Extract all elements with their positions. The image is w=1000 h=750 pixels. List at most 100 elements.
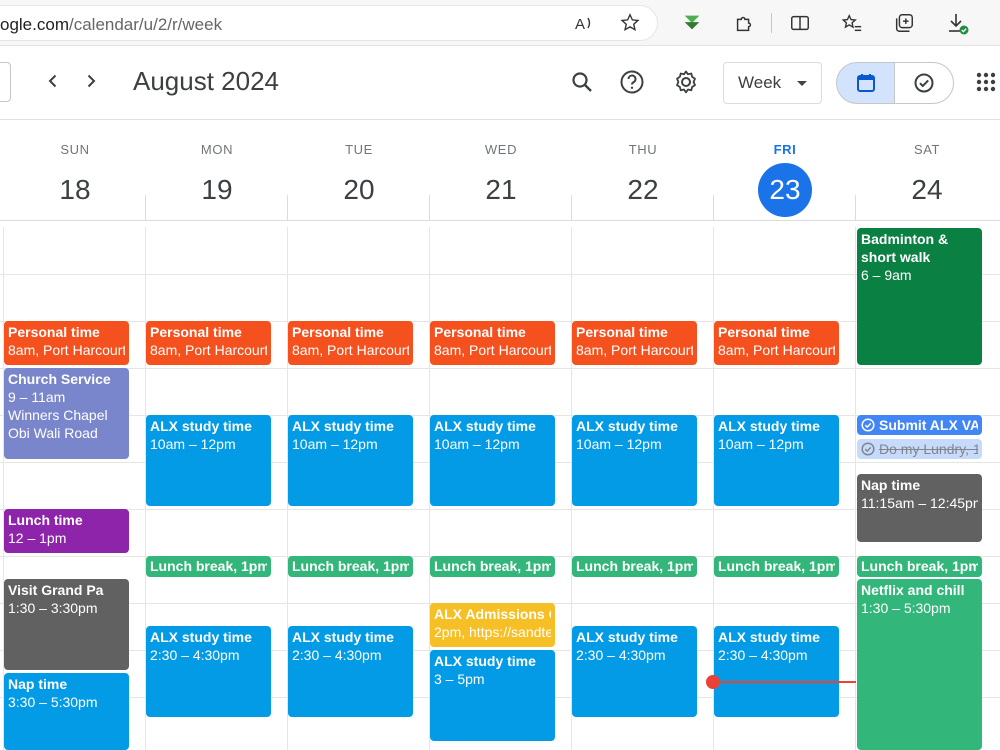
day-number[interactable]: 18 [48,163,102,217]
event-title: ALX study time [150,418,252,434]
day-name: MON [200,142,234,157]
view-selector-dropdown[interactable]: Week [723,62,822,104]
event-title: Lunch break, 1pm [434,558,551,574]
event-nap-time[interactable]: Nap time 11:15am – 12:45pm [857,474,982,542]
event-alx-study-afternoon[interactable]: ALX study time 3 – 5pm [430,650,555,741]
event-title: Personal time [150,324,242,340]
extensions-puzzle-icon[interactable] [730,9,758,37]
event-lunch-break[interactable]: Lunch break, 1pm [714,556,839,577]
day-number[interactable]: 22 [616,163,670,217]
settings-gear-icon[interactable] [670,66,702,98]
event-time: 10am – 12pm [150,436,236,452]
event-location: Winners Chapel [8,407,108,423]
event-time: 10am – 12pm [434,436,520,452]
event-time: 8am, Port Harcourt [8,342,125,358]
previous-week-button[interactable] [38,66,68,96]
browser-toolbar: ogle.com/calendar/u/2/r/week A [0,0,1000,46]
event-lunch-break[interactable]: Lunch break, 1pm [572,556,697,577]
day-number[interactable]: 24 [900,163,954,217]
event-title: ALX study time [576,418,678,434]
collections-icon[interactable] [890,9,918,37]
event-personal-time[interactable]: Personal time 8am, Port Harcourt [572,321,697,365]
event-time: 8am, Port Harcourt [150,342,267,358]
day-header-mon[interactable]: MON 19 [146,121,288,221]
address-bar[interactable]: ogle.com/calendar/u/2/r/week [0,5,658,41]
event-time: 8am, Port Harcourt [576,342,693,358]
day-number[interactable]: 20 [332,163,386,217]
event-netflix[interactable]: Netflix and chill 1:30 – 5:30pm [857,579,982,750]
event-personal-time[interactable]: Personal time 8am, Port Harcourt [146,321,271,365]
event-title: Church Service [8,371,111,387]
event-title: Lunch break, 1pm [861,558,978,574]
day-number[interactable]: 21 [474,163,528,217]
url-text[interactable]: ogle.com/calendar/u/2/r/week [0,15,222,35]
event-title: Nap time [861,477,921,493]
event-personal-time[interactable]: Personal time 8am, Port Harcourt [430,321,555,365]
day-header-sun[interactable]: SUN 18 [4,121,146,221]
event-alx-study[interactable]: ALX study time 10am – 12pm [572,415,697,506]
event-alx-study-afternoon[interactable]: ALX study time 2:30 – 4:30pm [146,626,271,717]
task-check-icon [861,418,875,432]
calendar-view-toggle[interactable] [836,62,895,104]
header-divider [145,195,146,221]
event-alx-study[interactable]: ALX study time 10am – 12pm [146,415,271,506]
apps-grid-icon[interactable] [970,66,1000,98]
event-time: 12 – 1pm [8,530,67,546]
event-alx-study-afternoon[interactable]: ALX study time 2:30 – 4:30pm [288,626,413,717]
event-alx-study-afternoon[interactable]: ALX study time 2:30 – 4:30pm [714,626,839,717]
event-personal-time[interactable]: Personal time 8am, Port Harcourt [4,321,129,365]
event-church-service[interactable]: Church Service 9 – 11am Winners Chapel O… [4,368,129,459]
event-lunch-break[interactable]: Lunch break, 1pm [857,556,982,577]
favorite-star-icon[interactable] [616,9,644,37]
day-header-tue[interactable]: TUE 20 [288,121,430,221]
extension-download-icon[interactable] [678,9,706,37]
task-laundry-done[interactable]: Do my Lundry, 1 [857,439,982,459]
event-alx-study[interactable]: ALX study time 10am – 12pm [288,415,413,506]
today-button[interactable] [0,62,11,102]
event-lunch-break[interactable]: Lunch break, 1pm [430,556,555,577]
event-nap-time[interactable]: Nap time 3:30 – 5:30pm [4,673,129,750]
event-time: 2:30 – 4:30pm [718,647,808,663]
header-divider [571,195,572,221]
next-week-button[interactable] [76,66,106,96]
help-icon[interactable] [616,66,648,98]
header-divider [713,195,714,221]
split-screen-icon[interactable] [786,9,814,37]
read-aloud-icon[interactable]: A [570,9,598,37]
task-check-icon [914,73,934,93]
event-alx-study[interactable]: ALX study time 10am – 12pm [714,415,839,506]
event-title: Personal time [8,324,100,340]
day-header-fri-today[interactable]: FRI 23 [714,121,856,221]
event-lunch-break[interactable]: Lunch break, 1pm [288,556,413,577]
event-title: Netflix and chill [861,582,965,598]
event-title: Badminton & short walk [861,231,949,265]
event-title: ALX study time [718,629,820,645]
calendar-header: August 2024 Week [0,46,1000,120]
event-alx-study[interactable]: ALX study time 10am – 12pm [430,415,555,506]
event-alx-study-afternoon[interactable]: ALX study time 2:30 – 4:30pm [572,626,697,717]
event-alx-admissions[interactable]: ALX Admissions Of 2pm, https://sandte [430,603,555,647]
downloads-icon[interactable] [943,9,971,37]
event-badminton[interactable]: Badminton & short walk 6 – 9am [857,228,982,365]
day-header-thu[interactable]: THU 22 [572,121,714,221]
day-number[interactable]: 19 [190,163,244,217]
day-header-sat[interactable]: SAT 24 [856,121,998,221]
event-title: ALX study time [718,418,820,434]
event-personal-time[interactable]: Personal time 8am, Port Harcourt [288,321,413,365]
event-lunch-time[interactable]: Lunch time 12 – 1pm [4,509,129,553]
search-icon[interactable] [566,66,598,98]
event-title: ALX Admissions Of [434,606,551,622]
event-visit-grandpa[interactable]: Visit Grand Pa 1:30 – 3:30pm [4,579,129,670]
favorites-list-icon[interactable] [838,9,866,37]
event-title: Personal time [718,324,810,340]
task-submit-alx[interactable]: Submit ALX VA [857,415,982,435]
event-title: Personal time [576,324,668,340]
event-title: Visit Grand Pa [8,582,104,598]
day-header-wed[interactable]: WED 21 [430,121,572,221]
event-lunch-break[interactable]: Lunch break, 1pm [146,556,271,577]
tasks-view-toggle[interactable] [894,62,954,104]
event-personal-time[interactable]: Personal time 8am, Port Harcourt [714,321,839,365]
event-time: 9 – 11am [8,389,66,405]
current-time-line [713,681,856,683]
day-number[interactable]: 23 [758,163,812,217]
